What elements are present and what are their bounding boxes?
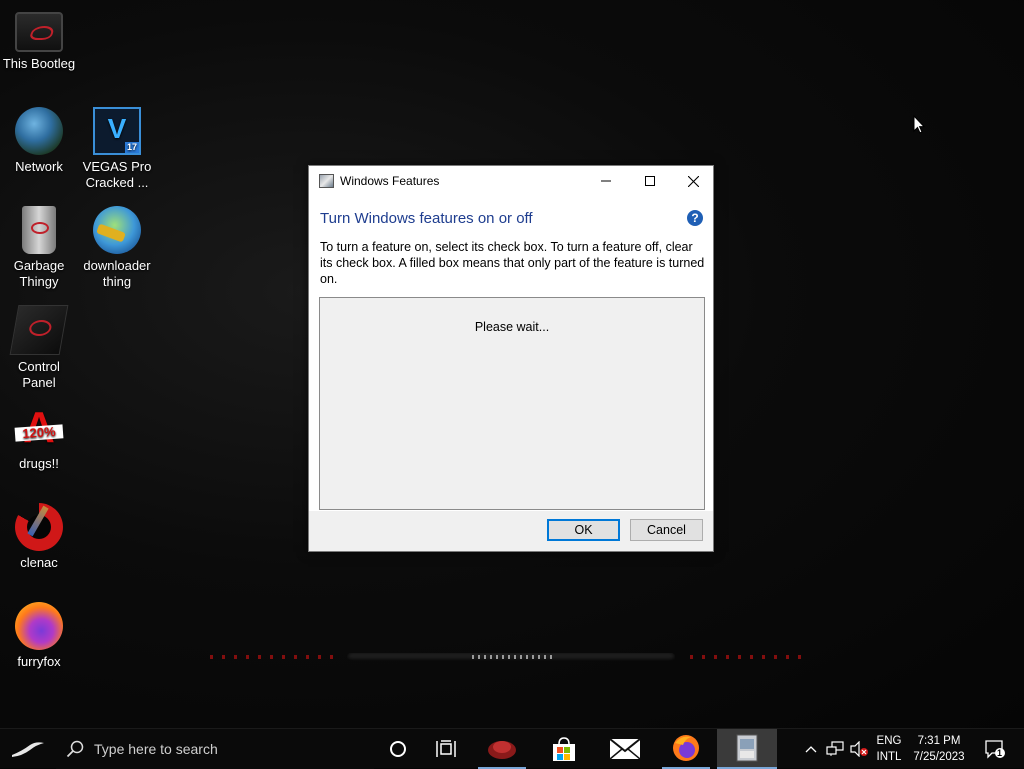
control-panel-icon bbox=[9, 305, 69, 355]
desktop-icon-label: clenac bbox=[20, 555, 58, 570]
computer-icon bbox=[15, 12, 63, 52]
task-view-button[interactable] bbox=[422, 729, 470, 769]
store-icon bbox=[553, 737, 575, 761]
network-tray-button[interactable] bbox=[824, 729, 846, 769]
dialog-footer: OK Cancel bbox=[309, 511, 713, 551]
input-language-indicator[interactable]: ENG INTL bbox=[872, 733, 906, 765]
windows-features-taskbar-button[interactable] bbox=[717, 729, 777, 769]
window-title: Windows Features bbox=[340, 174, 440, 188]
desktop-icon-control-panel[interactable]: Control Panel bbox=[0, 305, 78, 391]
show-hidden-icons-button[interactable] bbox=[802, 729, 820, 769]
windows-features-dialog: Windows Features Turn Windows features o… bbox=[308, 165, 714, 552]
acrobat-icon: A120% bbox=[14, 404, 64, 452]
cortana-icon bbox=[390, 741, 406, 757]
ok-button[interactable]: OK bbox=[547, 519, 620, 541]
desktop-icon-clenac[interactable]: clenac bbox=[0, 503, 78, 571]
desktop-icon-label: VEGAS Pro Cracked ... bbox=[82, 159, 152, 190]
dialog-content: Turn Windows features on or off ? To tur… bbox=[309, 197, 713, 551]
taskbar-clock[interactable]: 7:31 PM 7/25/2023 bbox=[906, 733, 972, 765]
minimize-icon bbox=[601, 180, 611, 182]
dialog-description: To turn a feature on, select its check b… bbox=[320, 240, 705, 286]
cancel-button[interactable]: Cancel bbox=[630, 519, 703, 541]
desktop-icon-downloader-thing[interactable]: downloader thing bbox=[78, 206, 156, 290]
recycle-bin-icon bbox=[22, 206, 56, 254]
app-icon bbox=[488, 741, 516, 759]
windows-features-app-icon bbox=[319, 174, 334, 188]
firefox-icon bbox=[15, 602, 63, 650]
wallpaper-decoration bbox=[690, 655, 810, 659]
search-placeholder: Type here to search bbox=[94, 741, 218, 757]
title-bar[interactable]: Windows Features bbox=[309, 166, 713, 197]
chevron-up-icon bbox=[805, 746, 817, 753]
desktop-icon-garbage-thingy[interactable]: Garbage Thingy bbox=[0, 206, 78, 290]
volume-tray-button[interactable] bbox=[848, 729, 870, 769]
notification-count: 1 bbox=[997, 748, 1003, 758]
desktop-icon-label: downloader thing bbox=[83, 258, 151, 289]
desktop-icon-label: Control Panel bbox=[18, 359, 60, 390]
taskbar: Type here to search ENG INTL 7:31 PM 7/2… bbox=[0, 728, 1024, 769]
dialog-heading: Turn Windows features on or off bbox=[320, 210, 533, 227]
desktop-icon-label: Garbage Thingy bbox=[13, 258, 65, 289]
microsoft-store-button[interactable] bbox=[540, 729, 588, 769]
desktop-icon-vegas-pro[interactable]: V 17 VEGAS Pro Cracked ... bbox=[78, 107, 156, 191]
desktop-icon-network[interactable]: Network bbox=[0, 107, 78, 175]
desktop-icon-furryfox[interactable]: furryfox bbox=[0, 602, 78, 670]
start-button[interactable] bbox=[0, 729, 56, 769]
network-icon bbox=[15, 107, 63, 155]
windows-features-icon bbox=[736, 734, 758, 762]
vegas-pro-icon: V 17 bbox=[93, 107, 141, 155]
keyboard-layout: INTL bbox=[876, 751, 902, 763]
desktop-icon-label: furryfox bbox=[17, 654, 61, 669]
download-manager-icon bbox=[93, 206, 141, 254]
desktop-icon-label: Network bbox=[15, 159, 63, 174]
search-box[interactable]: Type here to search bbox=[56, 729, 374, 769]
taskbar-app-button[interactable] bbox=[478, 729, 526, 769]
maximize-button[interactable] bbox=[628, 166, 672, 196]
firefox-taskbar-button[interactable] bbox=[662, 729, 710, 769]
desktop-icon-label: This Bootleg bbox=[2, 56, 76, 71]
desktop-icon-this-bootleg[interactable]: This Bootleg bbox=[0, 8, 78, 72]
search-icon bbox=[66, 740, 84, 758]
desktop-icon-label: drugs!! bbox=[19, 456, 59, 471]
mail-icon bbox=[609, 738, 641, 760]
wallpaper-decoration bbox=[210, 655, 335, 659]
close-icon bbox=[687, 175, 699, 187]
clock-time: 7:31 PM bbox=[917, 735, 961, 747]
ccleaner-icon bbox=[15, 503, 63, 551]
maximize-icon bbox=[645, 176, 655, 186]
loading-status: Please wait... bbox=[474, 320, 550, 334]
desktop: This Bootleg Network V 17 VEGAS Pro Crack… bbox=[0, 0, 1024, 728]
features-tree[interactable]: Please wait... bbox=[319, 297, 705, 510]
cortana-button[interactable] bbox=[374, 729, 422, 769]
wallpaper-decoration bbox=[347, 653, 675, 661]
volume-muted-icon bbox=[850, 741, 868, 757]
close-button[interactable] bbox=[671, 166, 715, 196]
minimize-button[interactable] bbox=[584, 166, 628, 196]
firefox-icon bbox=[673, 735, 699, 761]
network-tray-icon bbox=[826, 741, 844, 756]
task-view-icon bbox=[436, 740, 456, 757]
language-code: ENG bbox=[876, 735, 902, 747]
action-center-button[interactable]: 1 bbox=[980, 729, 1010, 769]
help-icon[interactable]: ? bbox=[687, 210, 703, 226]
version-badge: 17 bbox=[124, 142, 139, 153]
start-logo-icon bbox=[12, 742, 44, 757]
mail-button[interactable] bbox=[601, 729, 649, 769]
desktop-icon-drugs[interactable]: A120% drugs!! bbox=[0, 404, 78, 472]
notification-icon bbox=[985, 740, 1005, 759]
clock-date: 7/25/2023 bbox=[913, 751, 965, 763]
